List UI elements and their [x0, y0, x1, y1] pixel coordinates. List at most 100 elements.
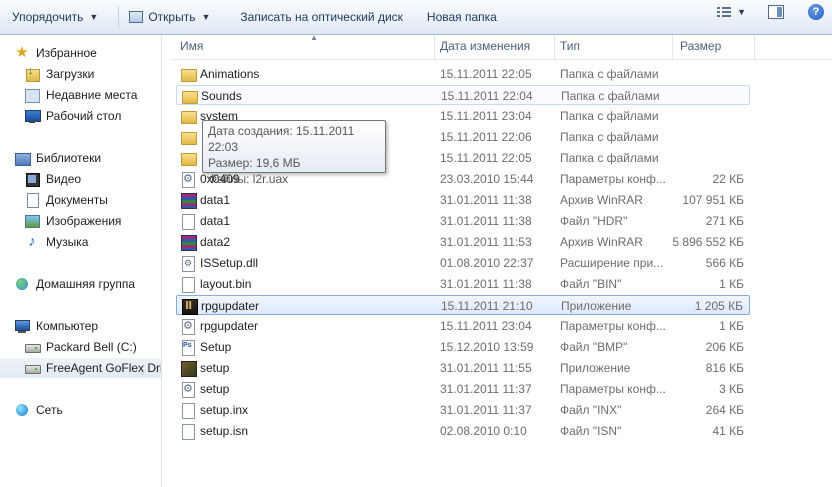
nav-network-label: Сеть: [36, 403, 63, 417]
config-file-icon: [180, 381, 196, 398]
table-row[interactable]: Setup 15.12.2010 13:59 Файл "BMP" 206 КБ: [176, 337, 750, 357]
folder-icon: [180, 66, 197, 82]
views-icon: [717, 7, 732, 17]
folder-info-tooltip: Дата создания: 15.11.2011 22:03 Размер: …: [202, 120, 386, 186]
folder-icon: [180, 129, 197, 145]
nav-item-label: Недавние места: [46, 88, 138, 102]
toolbar-divider: [118, 6, 120, 28]
homegroup-icon: [14, 276, 30, 292]
file-size: 41 КБ: [712, 424, 744, 438]
nav-item-music[interactable]: ♪ Музыка: [24, 233, 88, 251]
chevron-down-icon: ▼: [737, 7, 746, 17]
column-divider[interactable]: [554, 35, 555, 59]
open-label: Открыть: [148, 10, 196, 24]
table-row[interactable]: setup 31.01.2011 11:55 Приложение 816 КБ: [176, 358, 750, 378]
hard-drive-icon: [24, 339, 41, 355]
nav-homegroup[interactable]: Домашняя группа: [14, 275, 135, 293]
file-name: rpgupdater: [200, 319, 259, 333]
burn-disc-button[interactable]: Записать на оптический диск: [234, 4, 409, 30]
file-date: 31.01.2011 11:38: [440, 277, 532, 291]
column-header-date[interactable]: Дата изменения: [440, 39, 530, 53]
file-date: 15.11.2011 21:10: [441, 299, 533, 313]
table-row[interactable]: setup.isn 02.08.2010 0:10 Файл "ISN" 41 …: [176, 421, 750, 441]
nav-favorites[interactable]: ★ Избранное: [14, 44, 97, 62]
change-view-button[interactable]: ▼: [717, 7, 746, 17]
file-date: 15.12.2010 13:59: [440, 340, 534, 354]
help-icon[interactable]: ?: [808, 4, 824, 20]
config-file-icon: [180, 171, 196, 188]
nav-item-drive-c[interactable]: Packard Bell (C:): [24, 338, 137, 356]
file-date: 23.03.2010 15:44: [440, 172, 534, 186]
file-date: 31.01.2011 11:53: [440, 235, 532, 249]
file-size: 206 КБ: [705, 340, 744, 354]
config-file-icon: [180, 318, 196, 335]
file-name: data2: [200, 235, 231, 249]
column-header-name[interactable]: Имя: [180, 39, 203, 53]
table-row[interactable]: Sounds 15.11.2011 22:04 Папка с файлами: [176, 85, 750, 105]
file-type: Папка с файлами: [560, 151, 659, 165]
file-date: 31.01.2011 11:37: [440, 382, 532, 396]
blank-file-icon: [180, 423, 196, 440]
nav-item-label: FreeAgent GoFlex Driv: [46, 361, 162, 375]
table-row[interactable]: Animations 15.11.2011 22:05 Папка с файл…: [176, 64, 750, 84]
tooltip-size: Размер: 19,6 МБ: [208, 156, 301, 170]
file-date: 31.01.2011 11:37: [440, 403, 532, 417]
new-folder-button[interactable]: Новая папка: [421, 4, 503, 30]
network-icon: [14, 402, 30, 418]
table-row[interactable]: rpgupdater 15.11.2011 23:04 Параметры ко…: [176, 316, 750, 336]
file-size: 264 КБ: [705, 403, 744, 417]
nav-item-recent-places[interactable]: Недавние места: [24, 86, 137, 104]
winrar-archive-icon: [180, 234, 197, 251]
open-window-icon: [129, 11, 144, 23]
file-date: 01.08.2010 22:37: [440, 256, 534, 270]
recent-places-icon: [24, 87, 40, 103]
blank-file-icon: [180, 402, 196, 419]
preview-pane-icon[interactable]: [768, 5, 784, 19]
file-size: 816 КБ: [705, 361, 744, 375]
column-divider[interactable]: [672, 35, 673, 59]
dll-file-icon: [180, 255, 196, 272]
nav-libraries[interactable]: Библиотеки: [14, 149, 101, 167]
nav-item-external-drive[interactable]: FreeAgent GoFlex Driv: [0, 358, 161, 378]
nav-item-video[interactable]: Видео: [24, 170, 81, 188]
table-row[interactable]: setup 31.01.2011 11:37 Параметры конф...…: [176, 379, 750, 399]
file-type: Файл "BIN": [560, 277, 622, 291]
table-row[interactable]: data1 31.01.2011 11:38 Архив WinRAR 107 …: [176, 190, 750, 210]
nav-computer[interactable]: Компьютер: [14, 317, 98, 335]
column-divider[interactable]: [434, 35, 435, 59]
nav-item-pictures[interactable]: Изображения: [24, 212, 121, 230]
table-row[interactable]: setup.inx 31.01.2011 11:37 Файл "INX" 26…: [176, 400, 750, 420]
column-header-type[interactable]: Тип: [560, 39, 580, 53]
application-icon: [181, 298, 198, 315]
libraries-icon: [14, 150, 31, 166]
file-name: Animations: [200, 67, 260, 81]
nav-item-documents[interactable]: Документы: [24, 191, 108, 209]
nav-network[interactable]: Сеть: [14, 401, 63, 419]
star-icon: ★: [15, 44, 29, 61]
file-size: 271 КБ: [705, 214, 744, 228]
file-name: setup: [200, 361, 230, 375]
table-row[interactable]: data1 31.01.2011 11:38 Файл "HDR" 271 КБ: [176, 211, 750, 231]
file-date: 15.11.2011 22:04: [441, 89, 533, 103]
nav-item-desktop[interactable]: Рабочий стол: [24, 107, 121, 125]
file-size: 22 КБ: [712, 172, 744, 186]
file-list: ▲ Имя Дата изменения Тип Размер Animatio…: [162, 33, 832, 487]
file-type: Папка с файлами: [560, 109, 659, 123]
open-button[interactable]: Открыть ▼: [123, 4, 216, 30]
organize-button[interactable]: Упорядочить ▼: [6, 4, 104, 30]
blank-file-icon: [180, 276, 196, 293]
table-row-selected[interactable]: rpgupdater 15.11.2011 21:10 Приложение 1…: [176, 295, 750, 315]
column-divider[interactable]: [754, 35, 755, 59]
file-name: setup.inx: [200, 403, 249, 417]
nav-item-label: Музыка: [46, 235, 89, 249]
nav-homegroup-label: Домашняя группа: [36, 277, 136, 291]
file-type: Параметры конф...: [560, 319, 666, 333]
table-row[interactable]: layout.bin 31.01.2011 11:38 Файл "BIN" 1…: [176, 274, 750, 294]
table-row[interactable]: data2 31.01.2011 11:53 Архив WinRAR 5 89…: [176, 232, 750, 252]
nav-item-downloads[interactable]: Загрузки: [24, 65, 94, 83]
nav-item-label: Packard Bell (C:): [46, 340, 137, 354]
bmp-file-icon: [180, 339, 196, 356]
column-header-size[interactable]: Размер: [680, 39, 721, 53]
table-row[interactable]: ISSetup.dll 01.08.2010 22:37 Расширение …: [176, 253, 750, 273]
file-date: 31.01.2011 11:55: [440, 361, 532, 375]
